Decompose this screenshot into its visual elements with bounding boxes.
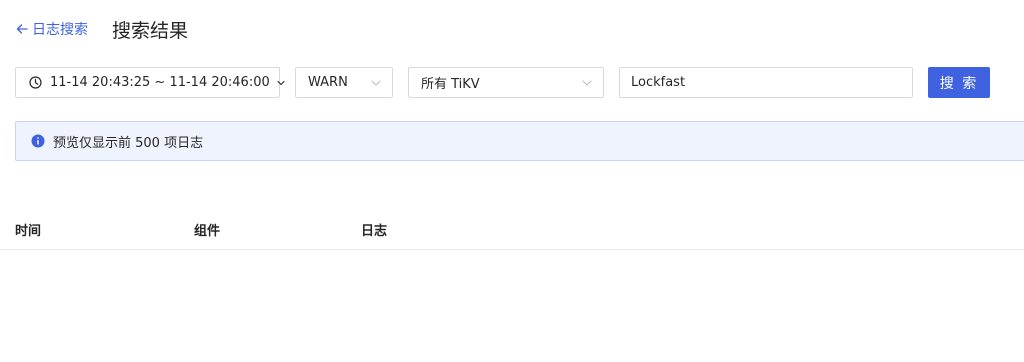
instance-value: 所有 TiKV — [421, 77, 480, 92]
log-level-select[interactable]: WARN — [295, 67, 393, 98]
page-header: 日志搜索 搜索结果 — [15, 14, 188, 44]
alert-message: 预览仅显示前 500 项日志 — [53, 135, 204, 151]
chevron-down-icon — [276, 78, 286, 88]
chevron-down-icon — [581, 78, 593, 88]
log-table-header: 时间 组件 日志 — [0, 208, 1024, 250]
log-level-value: WARN — [308, 75, 348, 90]
instance-select[interactable]: 所有 TiKV — [408, 67, 604, 98]
time-range-value: 11-14 20:43:25 ~ 11-14 20:46:00 — [50, 75, 270, 90]
page-title: 搜索结果 — [112, 19, 189, 42]
column-header-log: 日志 — [361, 224, 388, 239]
column-header-time: 时间 — [15, 224, 42, 239]
column-header-component: 组件 — [194, 224, 221, 239]
log-search-results-page: 日志搜索 搜索结果 11-14 20:43:25 ~ 11-14 20:46:0… — [0, 0, 1024, 362]
keyword-search-input[interactable] — [619, 67, 913, 98]
time-range-picker[interactable]: 11-14 20:43:25 ~ 11-14 20:46:00 — [15, 67, 285, 98]
preview-limit-alert: 预览仅显示前 500 项日志 — [15, 121, 1024, 161]
clock-icon — [29, 76, 42, 89]
arrow-left-icon — [16, 24, 28, 34]
back-to-log-search-link[interactable]: 日志搜索 — [15, 19, 88, 39]
info-circle-icon — [31, 134, 45, 148]
chevron-down-icon — [370, 78, 382, 88]
search-button[interactable]: 搜 索 — [928, 67, 990, 98]
back-link-label: 日志搜索 — [32, 22, 88, 38]
